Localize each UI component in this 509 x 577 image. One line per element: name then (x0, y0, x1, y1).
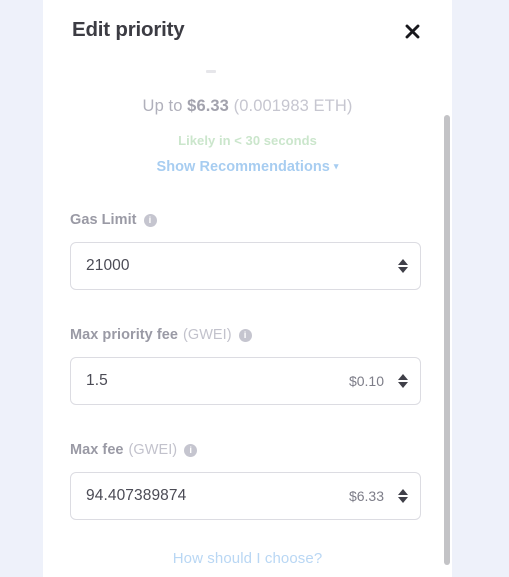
gas-limit-label-text: Gas Limit (70, 212, 137, 228)
max-priority-fee-stepper[interactable] (398, 374, 420, 388)
gas-limit-label: Gas Limit i (70, 210, 422, 230)
close-icon (404, 23, 421, 40)
stepper-down-icon[interactable] (398, 267, 408, 273)
show-recommendations-toggle[interactable]: Show Recommendations ▾ (43, 159, 452, 175)
modal-scroll-body: Up to $6.33 (0.001983 ETH) Likely in < 3… (43, 59, 452, 577)
max-priority-fee-fiat: $0.10 (348, 373, 384, 389)
gas-limit-stepper[interactable] (398, 259, 420, 273)
max-fee-input[interactable] (71, 487, 349, 505)
max-fee-label: Max fee (GWEI) i (70, 440, 422, 460)
show-recommendations-label: Show Recommendations (156, 159, 330, 175)
stepper-up-icon[interactable] (398, 259, 408, 265)
max-priority-fee-label-text: Max priority fee (70, 327, 178, 343)
max-priority-fee-input-wrapper[interactable]: $0.10 (70, 357, 421, 405)
field-group-max-fee: Max fee (GWEI) i $6.33 (70, 440, 422, 520)
max-fee-fiat: $6.33 (348, 488, 384, 504)
field-group-max-priority-fee: Max priority fee (GWEI) i $0.10 (70, 325, 422, 405)
scrollbar-track[interactable] (443, 0, 451, 577)
estimate-native-amount: (0.001983 ETH) (228, 97, 353, 115)
max-fee-label-text: Max fee (70, 442, 124, 458)
how-should-i-choose-link[interactable]: How should I choose? (43, 550, 452, 567)
stepper-up-icon[interactable] (398, 489, 408, 495)
info-icon[interactable]: i (238, 328, 252, 342)
chevron-down-icon: ▾ (333, 161, 339, 171)
stepper-down-icon[interactable] (398, 497, 408, 503)
max-priority-fee-label: Max priority fee (GWEI) i (70, 325, 422, 345)
scrolled-content-remnant (206, 70, 216, 73)
estimate-fiat-amount: $6.33 (187, 97, 229, 115)
max-fee-stepper[interactable] (398, 489, 420, 503)
gas-limit-input-wrapper[interactable] (70, 242, 421, 290)
max-priority-fee-unit: (GWEI) (182, 327, 232, 343)
stepper-down-icon[interactable] (398, 382, 408, 388)
page-title: Edit priority (72, 18, 185, 41)
fee-estimate-row: Up to $6.33 (0.001983 ETH) (43, 97, 452, 116)
modal-header: Edit priority (43, 0, 452, 59)
max-priority-fee-input[interactable] (71, 372, 349, 390)
estimate-prefix-label: Up to (142, 97, 188, 115)
max-fee-unit: (GWEI) (128, 442, 178, 458)
estimated-speed-text: Likely in < 30 seconds (178, 133, 317, 148)
stepper-up-icon[interactable] (398, 374, 408, 380)
scrollbar-thumb[interactable] (444, 115, 450, 565)
close-button[interactable] (399, 18, 425, 44)
edit-priority-modal: Edit priority Up to $6.33 (0.001983 ETH)… (43, 0, 452, 577)
info-icon[interactable]: i (184, 443, 198, 457)
field-group-gas-limit: Gas Limit i (70, 210, 422, 290)
info-icon[interactable]: i (143, 213, 157, 227)
gas-limit-input[interactable] (71, 257, 398, 275)
max-fee-input-wrapper[interactable]: $6.33 (70, 472, 421, 520)
